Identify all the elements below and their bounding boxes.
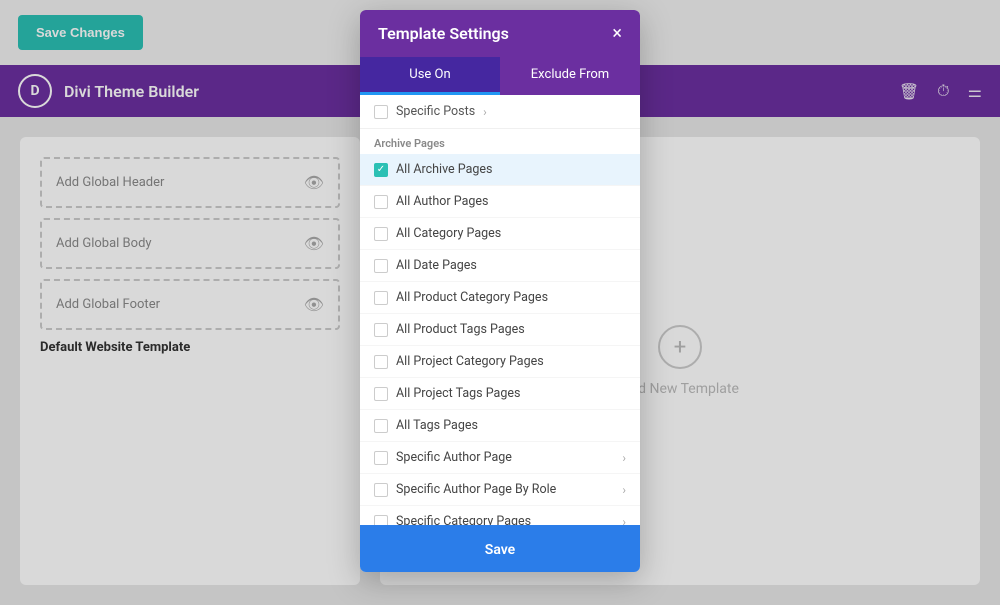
list-item[interactable]: All Date Pages xyxy=(360,250,640,282)
chevron-right-icon: › xyxy=(622,515,626,526)
list-item[interactable]: All Project Category Pages xyxy=(360,346,640,378)
modal-footer[interactable]: Save xyxy=(360,525,640,572)
item-label-8: All Tags Pages xyxy=(396,418,478,433)
checkbox-item-9[interactable] xyxy=(374,451,388,465)
modal-scroll-area[interactable]: Specific Posts › Archive Pages ✓ All Arch… xyxy=(360,95,640,525)
item-label-7: All Project Tags Pages xyxy=(396,386,520,401)
item-left-0: ✓ All Archive Pages xyxy=(374,162,493,177)
modal-tabs: Use On Exclude From xyxy=(360,57,640,95)
checkbox-item-8[interactable] xyxy=(374,419,388,433)
modal-title: Template Settings xyxy=(378,24,509,43)
list-item[interactable]: All Product Tags Pages xyxy=(360,314,640,346)
chevron-right-icon: › xyxy=(622,451,626,465)
list-item[interactable]: All Project Tags Pages xyxy=(360,378,640,410)
item-left-9: Specific Author Page xyxy=(374,450,512,465)
specific-posts-label: Specific Posts xyxy=(396,104,475,119)
checkbox-item-3[interactable] xyxy=(374,259,388,273)
list-item[interactable]: All Category Pages xyxy=(360,218,640,250)
archive-pages-section-header: Archive Pages xyxy=(360,129,640,154)
list-item[interactable]: Specific Author Page By Role › xyxy=(360,474,640,506)
list-item[interactable]: Specific Category Pages › xyxy=(360,506,640,525)
chevron-specific-posts: › xyxy=(483,105,487,119)
item-left-2: All Category Pages xyxy=(374,226,501,241)
item-left-1: All Author Pages xyxy=(374,194,488,209)
item-label-10: Specific Author Page By Role xyxy=(396,482,556,497)
item-left-8: All Tags Pages xyxy=(374,418,478,433)
item-label-11: Specific Category Pages xyxy=(396,514,531,525)
checkbox-item-4[interactable] xyxy=(374,291,388,305)
modal-save-button[interactable]: Save xyxy=(485,542,515,558)
item-label-4: All Product Category Pages xyxy=(396,290,548,305)
list-item[interactable]: All Tags Pages xyxy=(360,410,640,442)
list-item[interactable]: Specific Author Page › xyxy=(360,442,640,474)
item-left-11: Specific Category Pages xyxy=(374,514,531,525)
item-left-6: All Project Category Pages xyxy=(374,354,544,369)
item-label-5: All Product Tags Pages xyxy=(396,322,525,337)
item-left-3: All Date Pages xyxy=(374,258,477,273)
modal-header: Template Settings × xyxy=(360,10,640,57)
modal-close-button[interactable]: × xyxy=(612,25,622,43)
item-label-1: All Author Pages xyxy=(396,194,488,209)
item-left-5: All Product Tags Pages xyxy=(374,322,525,337)
checkbox-item-2[interactable] xyxy=(374,227,388,241)
template-settings-modal: Template Settings × Use On Exclude From … xyxy=(360,10,640,572)
checkbox-item-10[interactable] xyxy=(374,483,388,497)
item-left-4: All Product Category Pages xyxy=(374,290,548,305)
tab-use-on[interactable]: Use On xyxy=(360,57,500,95)
modal-items-container: ✓ All Archive Pages All Author Pages All Ca… xyxy=(360,154,640,525)
item-label-6: All Project Category Pages xyxy=(396,354,544,369)
item-left-7: All Project Tags Pages xyxy=(374,386,520,401)
item-left-10: Specific Author Page By Role xyxy=(374,482,556,497)
list-item[interactable]: All Product Category Pages xyxy=(360,282,640,314)
item-label-0: All Archive Pages xyxy=(396,162,493,177)
checkbox-item-11[interactable] xyxy=(374,515,388,526)
checkbox-item-0[interactable]: ✓ xyxy=(374,163,388,177)
list-item[interactable]: All Author Pages xyxy=(360,186,640,218)
item-label-3: All Date Pages xyxy=(396,258,477,273)
tab-exclude-from[interactable]: Exclude From xyxy=(500,57,640,95)
checkbox-item-1[interactable] xyxy=(374,195,388,209)
item-label-9: Specific Author Page xyxy=(396,450,512,465)
checkbox-item-6[interactable] xyxy=(374,355,388,369)
checkbox-specific-posts[interactable] xyxy=(374,105,388,119)
checkbox-item-5[interactable] xyxy=(374,323,388,337)
chevron-right-icon: › xyxy=(622,483,626,497)
list-item[interactable]: ✓ All Archive Pages xyxy=(360,154,640,186)
partial-specific-posts[interactable]: Specific Posts › xyxy=(360,95,640,129)
checkbox-item-7[interactable] xyxy=(374,387,388,401)
item-label-2: All Category Pages xyxy=(396,226,501,241)
